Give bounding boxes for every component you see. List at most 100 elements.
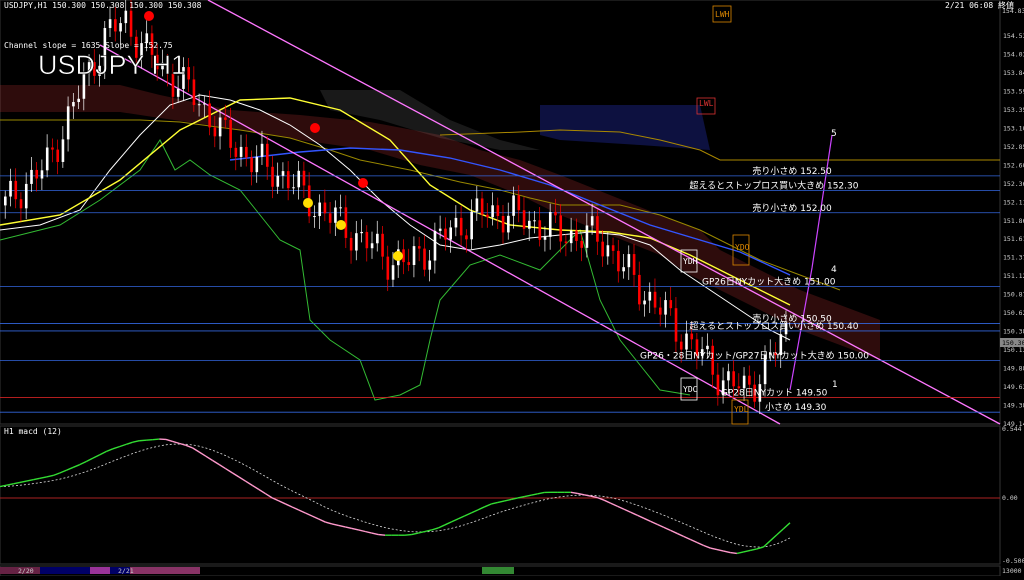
candle-body <box>62 139 65 162</box>
candle-body <box>376 234 379 243</box>
candle-body <box>649 292 652 301</box>
candle-body <box>77 99 80 102</box>
candle-body <box>245 147 248 157</box>
price-tick-label: 153.840 <box>1003 69 1024 77</box>
candle-body <box>486 215 489 218</box>
candle-body <box>271 167 274 187</box>
candle-body <box>491 205 494 217</box>
wave-label-5: 5 <box>831 129 837 139</box>
time-label-1: 2/20 <box>18 567 34 575</box>
candle-body <box>187 67 190 79</box>
candle-body <box>654 292 657 308</box>
candle-body <box>276 176 279 187</box>
candle-body <box>109 19 112 28</box>
candle-body <box>643 301 646 305</box>
wave-label-4: 4 <box>831 265 837 275</box>
candle-body <box>439 229 442 231</box>
price-tick-label: 152.360 <box>1003 180 1024 188</box>
top-price-label: 154.830 <box>1002 7 1024 15</box>
svg-text:YDL: YDL <box>734 405 749 414</box>
candle-body <box>46 147 49 170</box>
candle-body <box>214 127 217 136</box>
level-label: 超えるとストップロス買い大きめ 152.30 <box>689 180 858 192</box>
price-tick-label: 149.385 <box>1003 402 1024 410</box>
candle-body <box>638 275 641 304</box>
candle-body <box>329 213 332 222</box>
price-tick-label: 152.110 <box>1003 198 1024 206</box>
price-tick-label: 151.860 <box>1003 217 1024 225</box>
candle-body <box>266 144 269 167</box>
candle-body <box>675 308 678 341</box>
price-tick-label: 152.850 <box>1003 143 1024 151</box>
macd-segment <box>146 440 153 441</box>
candle-body <box>261 144 264 157</box>
candle-body <box>507 216 510 233</box>
price-tick-label: 151.370 <box>1003 254 1024 262</box>
candle-body <box>685 334 688 350</box>
candle-body <box>680 342 683 350</box>
candle-body <box>633 254 636 275</box>
level-label: 売り小さめ 152.50 <box>752 165 832 177</box>
candle-body <box>9 181 12 197</box>
candle-body <box>381 234 384 257</box>
candle-body <box>497 205 500 216</box>
candle-body <box>30 170 33 184</box>
candle-body <box>250 157 253 172</box>
svg-text:YDC: YDC <box>683 385 698 394</box>
candle-body <box>72 102 75 106</box>
candle-body <box>287 171 290 188</box>
candle-body <box>502 216 505 232</box>
price-tick-label: 153.105 <box>1003 124 1024 132</box>
price-tick-label: 150.870 <box>1003 291 1024 299</box>
price-tick-label: 153.595 <box>1003 87 1024 95</box>
macd-top-label: 0.544 <box>1002 425 1022 433</box>
candle-body <box>114 19 117 31</box>
price-tick-label: 150.130 <box>1003 346 1024 354</box>
candle-body <box>387 257 390 280</box>
candle-body <box>465 235 468 239</box>
candle-body <box>727 371 730 380</box>
candle-body <box>476 198 479 211</box>
macd-segment <box>378 535 385 536</box>
candle-body <box>297 171 300 187</box>
candle-body <box>518 195 521 210</box>
candle-body <box>360 232 363 233</box>
candle-body <box>4 197 7 206</box>
svg-text:LWL: LWL <box>699 99 714 108</box>
candle-body <box>20 199 23 208</box>
candle-body <box>460 218 463 235</box>
candle-body <box>549 212 552 237</box>
price-tick-label: 153.350 <box>1003 106 1024 114</box>
candle-body <box>41 170 44 178</box>
candle-body <box>690 334 693 340</box>
candle-body <box>538 220 541 239</box>
svg-text:LWH: LWH <box>715 10 730 19</box>
candle-body <box>586 225 589 247</box>
candle-body <box>612 245 615 251</box>
candle-body <box>449 227 452 239</box>
candle-body <box>407 262 410 265</box>
candle-body <box>717 375 720 396</box>
candle-body <box>748 376 751 385</box>
candle-body <box>596 216 599 242</box>
candle-body <box>292 187 295 188</box>
price-tick-label: 151.615 <box>1003 235 1024 243</box>
candle-body <box>355 233 358 250</box>
candle-body <box>575 231 578 241</box>
candle-body <box>413 246 416 265</box>
svg-text:YDO: YDO <box>735 243 750 252</box>
chart-window: YDH YDC LWH LWL YDL YDO 売り小さめ 152.50超えると… <box>0 0 1024 576</box>
candle-body <box>533 220 536 221</box>
chart-canvas[interactable]: YDH YDC LWH LWL YDL YDO 売り小さめ 152.50超えると… <box>0 0 1024 576</box>
candle-body <box>444 229 447 240</box>
price-tick-label: 154.030 <box>1003 50 1024 58</box>
candle-body <box>512 195 515 215</box>
symbol-line: USDJPY,H1 150.300 150.308 150.300 150.30… <box>4 1 202 10</box>
candle-body <box>203 103 206 104</box>
candle-body <box>428 261 431 270</box>
price-tick-label: 149.880 <box>1003 365 1024 373</box>
candle-body <box>565 241 568 243</box>
candle-body <box>193 79 196 105</box>
price-tick-label: 152.605 <box>1003 161 1024 169</box>
macd-bottom-label: -0.500 <box>1002 557 1024 565</box>
